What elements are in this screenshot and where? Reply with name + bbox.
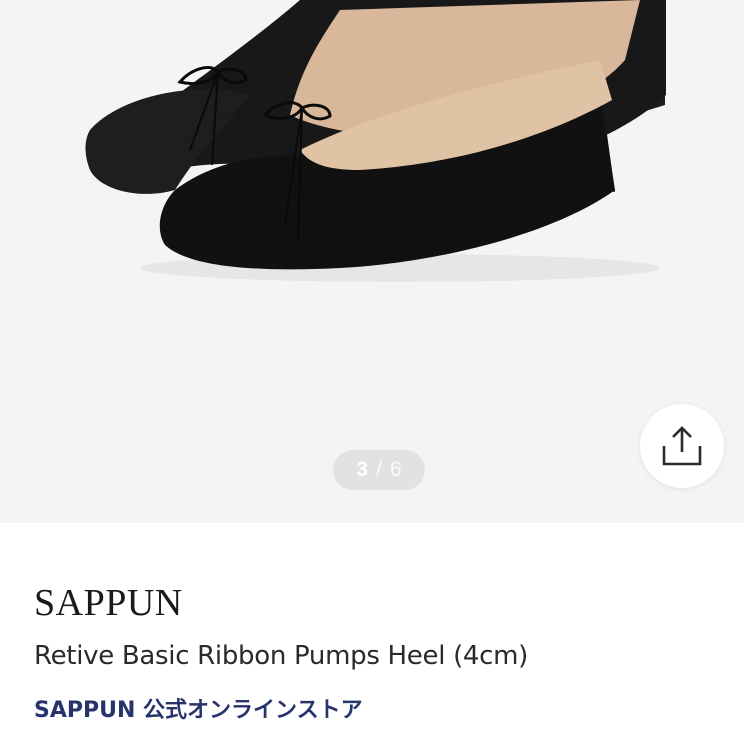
store-link[interactable]: SAPPUN 公式オンラインストア (34, 692, 363, 724)
pager-total: 6 (389, 458, 402, 481)
pager-separator: / (376, 458, 382, 481)
product-title: Retive Basic Ribbon Pumps Heel (4cm) (34, 641, 529, 671)
share-button[interactable] (640, 404, 724, 488)
brand-name: SAPPUN (34, 582, 183, 624)
share-icon (662, 426, 702, 466)
image-pager: 3 / 6 (333, 450, 425, 490)
product-info: SAPPUN Retive Basic Ribbon Pumps Heel (4… (0, 523, 744, 744)
product-photo (85, 0, 666, 282)
product-image-gallery[interactable]: 3 / 6 (0, 0, 744, 523)
pager-current: 3 (356, 458, 369, 481)
